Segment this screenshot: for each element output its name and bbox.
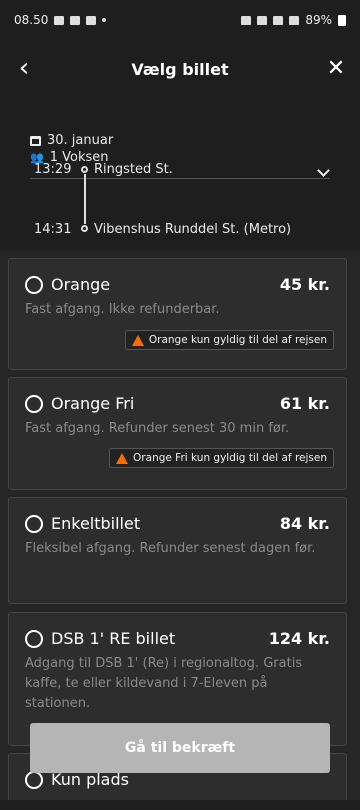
arrival-time: 14:31: [34, 222, 72, 237]
chevron-down-icon: [316, 164, 330, 177]
departure-station: Ringsted St.: [94, 162, 173, 177]
signal-icon: [289, 15, 300, 25]
ticket-price: 124 kr.: [268, 629, 330, 648]
confirm-button[interactable]: Gå til bekræft: [30, 723, 330, 773]
ticket-left: DSB 1' RE billet: [25, 629, 175, 648]
radio-button[interactable]: [25, 629, 43, 648]
status-bar: 08.50 89%: [0, 0, 360, 40]
system-nav-bar: [0, 800, 360, 810]
ticket-name: Orange Fri: [51, 394, 135, 413]
ticket-head: DSB 1' RE billet 124 kr.: [25, 629, 330, 648]
ticket-left: Orange: [25, 275, 110, 294]
ticket-warning: Orange Fri kun gyldig til del af rejsen: [109, 448, 334, 468]
radio-button[interactable]: [25, 770, 43, 789]
ticket-description: Adgang til DSB 1' (Re) i regionaltog. Gr…: [25, 656, 303, 711]
more-notifications-icon: [102, 18, 107, 22]
ticket-description: Fleksibel afgang. Refunder senest dagen …: [25, 541, 316, 556]
page-title: Vælg billet: [131, 59, 229, 79]
ticket-head: Enkeltbillet 84 kr.: [25, 514, 330, 533]
ticket-name: DSB 1' RE billet: [51, 629, 176, 648]
ticket-name: Enkeltbillet: [51, 514, 141, 533]
notification-icon: [86, 15, 97, 25]
ticket-price: 45 kr.: [279, 275, 330, 294]
ticket-name: Orange: [51, 275, 111, 294]
status-time: 08.50: [14, 13, 49, 27]
status-right: 89%: [241, 13, 346, 27]
ticket-option-enkeltbillet[interactable]: Enkeltbillet 84 kr. Fleksibel afgang. Re…: [8, 497, 347, 604]
battery-icon: [338, 14, 346, 26]
ticket-price: 61 kr.: [279, 394, 330, 413]
radio-button[interactable]: [25, 275, 43, 294]
notification-icon: [54, 15, 65, 25]
expand-route-button[interactable]: [312, 162, 334, 184]
warning-text: Orange Fri kun gyldig til del af rejsen: [133, 452, 327, 464]
ticket-head: Orange 45 kr.: [25, 275, 330, 294]
ticket-option-orange[interactable]: Orange 45 kr. Fast afgang. Ikke refunder…: [8, 258, 347, 370]
warning-icon: [131, 334, 144, 346]
status-left: 08.50: [14, 13, 107, 27]
back-button[interactable]: ‹: [8, 52, 40, 84]
ticket-left: Orange Fri: [25, 394, 134, 413]
mute-icon: [257, 15, 268, 25]
alarm-icon: [241, 15, 252, 25]
departure-leg: 13:29 Ringsted St.: [34, 162, 173, 177]
radio-button[interactable]: [25, 514, 43, 533]
route-line: [84, 174, 86, 224]
ticket-price: 84 kr.: [279, 514, 330, 533]
divider: [30, 178, 330, 179]
close-button[interactable]: ✕: [320, 52, 352, 84]
location-icon: [273, 15, 284, 25]
ticket-warning: Orange kun gyldig til del af rejsen: [124, 330, 334, 350]
trip-date: 30. januar: [47, 133, 114, 148]
arrival-leg: 14:31 Vibenshus Runddel St. (Metro): [34, 222, 291, 237]
departure-time: 13:29: [34, 162, 72, 177]
ticket-left: Enkeltbillet: [25, 514, 140, 533]
route-end-dot: [81, 225, 88, 232]
warning-icon: [116, 452, 129, 464]
ticket-head: Orange Fri 61 kr.: [25, 394, 330, 413]
battery-percent: 89%: [305, 13, 332, 27]
header: ‹ Vælg billet ✕: [0, 40, 360, 98]
radio-button[interactable]: [25, 394, 43, 413]
ticket-description: Fast afgang. Ikke refunderbar.: [25, 302, 220, 317]
ticket-option-orange-fri[interactable]: Orange Fri 61 kr. Fast afgang. Refunder …: [8, 377, 347, 490]
arrival-station: Vibenshus Runddel St. (Metro): [94, 222, 292, 237]
ticket-description: Fast afgang. Refunder senest 30 min før.: [25, 421, 290, 436]
calendar-icon: [30, 135, 41, 146]
chevron-left-icon: ‹: [18, 53, 30, 83]
warning-text: Orange kun gyldig til del af rejsen: [148, 334, 327, 346]
close-icon: ✕: [326, 55, 346, 81]
route-start-dot: [81, 166, 88, 173]
trip-date-row: 30. januar: [30, 132, 330, 149]
notification-icon: [70, 15, 81, 25]
